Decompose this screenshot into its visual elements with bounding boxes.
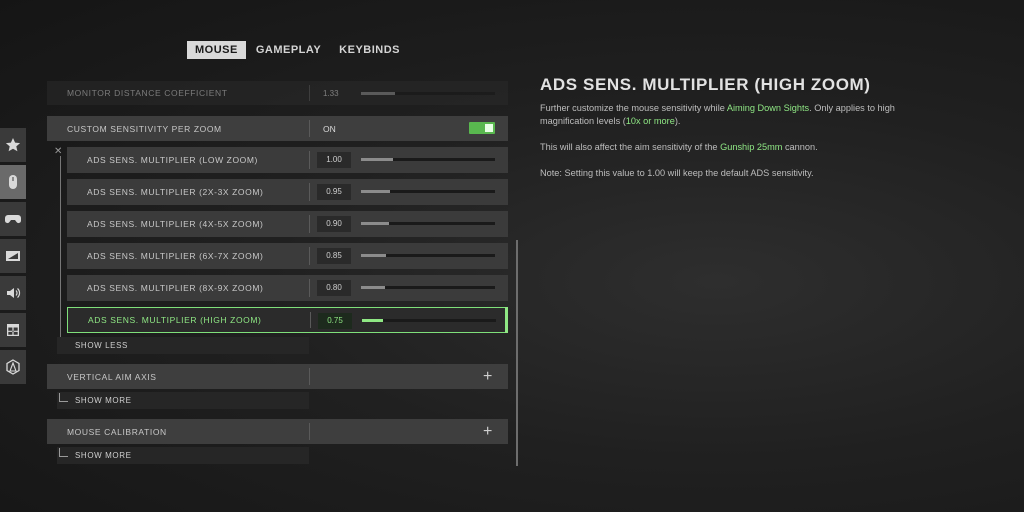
nav-audio[interactable] bbox=[0, 276, 26, 310]
detail-paragraph-2: This will also affect the aim sensitivit… bbox=[540, 141, 940, 154]
divider bbox=[309, 279, 310, 297]
scrollbar[interactable] bbox=[516, 240, 518, 466]
nav-mouse[interactable] bbox=[0, 165, 26, 199]
value-text: 1.33 bbox=[323, 88, 339, 98]
highlight: Gunship 25mm bbox=[720, 142, 783, 152]
row-label: VERTICAL AIM AXIS bbox=[67, 371, 157, 382]
expand-plus-icon[interactable]: + bbox=[483, 368, 492, 385]
nav-account[interactable] bbox=[0, 350, 26, 384]
tab-keybinds[interactable]: KEYBINDS bbox=[331, 41, 408, 59]
network-icon bbox=[6, 359, 20, 375]
gamepad-icon bbox=[5, 215, 21, 224]
highlight: Aiming Down Sights bbox=[726, 103, 810, 113]
detail-note: Note: Setting this value to 1.00 will ke… bbox=[540, 168, 814, 178]
show-more-calibration-link[interactable]: SHOW MORE bbox=[57, 447, 309, 464]
vertical-aim-axis-row[interactable]: VERTICAL AIM AXIS + bbox=[47, 364, 508, 389]
row-label: ADS SENS. MULTIPLIER (HIGH ZOOM) bbox=[88, 315, 262, 325]
slider-fill bbox=[361, 91, 395, 95]
row-label: MONITOR DISTANCE COEFFICIENT bbox=[67, 88, 228, 98]
row-label: ADS SENS. MULTIPLIER (LOW ZOOM) bbox=[87, 155, 258, 165]
value-box[interactable]: 0.85 bbox=[317, 248, 351, 264]
divider bbox=[309, 120, 310, 137]
slider-track[interactable] bbox=[361, 190, 495, 193]
tab-mouse[interactable]: MOUSE bbox=[187, 41, 246, 59]
show-less-label: SHOW LESS bbox=[75, 341, 128, 350]
star-icon bbox=[5, 138, 21, 152]
text: cannon. bbox=[782, 142, 818, 152]
nav-favorites[interactable] bbox=[0, 128, 26, 162]
divider bbox=[309, 368, 310, 385]
zoom-multiplier-row[interactable]: ADS SENS. MULTIPLIER (6X-7X ZOOM) 0.85 bbox=[67, 243, 508, 269]
row-label: MOUSE CALIBRATION bbox=[67, 426, 167, 437]
highlight: 10x or more bbox=[625, 116, 675, 126]
value-box[interactable]: 0.75 bbox=[318, 313, 352, 329]
collapse-icon[interactable]: ✕ bbox=[54, 146, 62, 157]
zoom-multiplier-row[interactable]: ADS SENS. MULTIPLIER (LOW ZOOM) 1.00 bbox=[67, 147, 508, 173]
slider-track[interactable] bbox=[361, 222, 495, 225]
slider-track[interactable] bbox=[361, 91, 495, 95]
corner-line bbox=[59, 338, 68, 347]
row-label: ADS SENS. MULTIPLIER (8X-9X ZOOM) bbox=[87, 283, 264, 293]
value-box[interactable]: 0.80 bbox=[317, 280, 351, 296]
mouse-calibration-row[interactable]: MOUSE CALIBRATION + bbox=[47, 419, 508, 444]
zoom-multiplier-row[interactable]: ADS SENS. MULTIPLIER (HIGH ZOOM) 0.75 bbox=[67, 307, 508, 333]
divider bbox=[309, 423, 310, 440]
corner-line bbox=[59, 448, 68, 457]
slider-fill bbox=[362, 319, 384, 322]
tab-gameplay[interactable]: GAMEPLAY bbox=[248, 41, 329, 59]
nav-controller[interactable] bbox=[0, 202, 26, 236]
slider-track[interactable] bbox=[361, 254, 495, 257]
slider-track[interactable] bbox=[361, 158, 495, 161]
value-box[interactable]: 0.90 bbox=[317, 216, 351, 232]
group-bracket bbox=[60, 156, 61, 344]
slider-track[interactable] bbox=[362, 319, 496, 322]
toggle-knob bbox=[485, 124, 493, 132]
corner-line bbox=[59, 393, 68, 402]
top-tabs: MOUSE GAMEPLAY KEYBINDS bbox=[187, 41, 408, 59]
divider bbox=[309, 85, 310, 101]
value-box[interactable]: 0.95 bbox=[317, 184, 351, 200]
row-label: ADS SENS. MULTIPLIER (6X-7X ZOOM) bbox=[87, 251, 264, 261]
selection-edge bbox=[505, 307, 508, 333]
text: Further customize the mouse sensitivity … bbox=[540, 103, 727, 113]
expand-plus-icon[interactable]: + bbox=[483, 423, 492, 440]
divider bbox=[309, 151, 310, 169]
divider bbox=[310, 312, 311, 328]
detail-paragraph-1: Further customize the mouse sensitivity … bbox=[540, 102, 940, 128]
row-label: CUSTOM SENSITIVITY PER ZOOM bbox=[67, 123, 222, 134]
text: This will also affect the aim sensitivit… bbox=[540, 142, 721, 152]
slider-fill bbox=[361, 158, 394, 161]
mouse-icon bbox=[9, 175, 17, 189]
divider bbox=[309, 247, 310, 265]
slider-fill bbox=[361, 254, 387, 257]
zoom-multiplier-row[interactable]: ADS SENS. MULTIPLIER (8X-9X ZOOM) 0.80 bbox=[67, 275, 508, 301]
speaker-icon bbox=[7, 288, 21, 298]
side-nav bbox=[0, 128, 26, 387]
zoom-multiplier-row[interactable]: ADS SENS. MULTIPLIER (4X-5X ZOOM) 0.90 bbox=[67, 211, 508, 237]
show-more-vertical-link[interactable]: SHOW MORE bbox=[57, 392, 309, 409]
zoom-multiplier-row[interactable]: ADS SENS. MULTIPLIER (2X-3X ZOOM) 0.95 bbox=[67, 179, 508, 205]
show-more-label: SHOW MORE bbox=[75, 396, 132, 405]
value-box[interactable]: 1.00 bbox=[317, 152, 351, 168]
toggle-state-text: ON bbox=[323, 123, 336, 134]
window-icon bbox=[7, 324, 19, 336]
nav-graphics[interactable] bbox=[0, 239, 26, 273]
show-more-label: SHOW MORE bbox=[75, 451, 132, 460]
slider-fill bbox=[361, 222, 390, 225]
show-less-link[interactable]: SHOW LESS bbox=[57, 337, 309, 354]
detail-title: ADS SENS. MULTIPLIER (HIGH ZOOM) bbox=[540, 75, 871, 94]
custom-sensitivity-row[interactable]: CUSTOM SENSITIVITY PER ZOOM ON bbox=[47, 116, 508, 141]
row-label: ADS SENS. MULTIPLIER (4X-5X ZOOM) bbox=[87, 219, 264, 229]
divider bbox=[309, 215, 310, 233]
toggle-switch[interactable] bbox=[469, 122, 495, 134]
display-icon bbox=[6, 251, 20, 261]
divider bbox=[309, 183, 310, 201]
slider-fill bbox=[361, 286, 386, 289]
text: ). bbox=[674, 116, 681, 126]
slider-track[interactable] bbox=[361, 286, 495, 289]
row-label: ADS SENS. MULTIPLIER (2X-3X ZOOM) bbox=[87, 187, 264, 197]
monitor-distance-row[interactable]: MONITOR DISTANCE COEFFICIENT 1.33 bbox=[47, 81, 508, 105]
slider-fill bbox=[361, 190, 391, 193]
nav-interface[interactable] bbox=[0, 313, 26, 347]
